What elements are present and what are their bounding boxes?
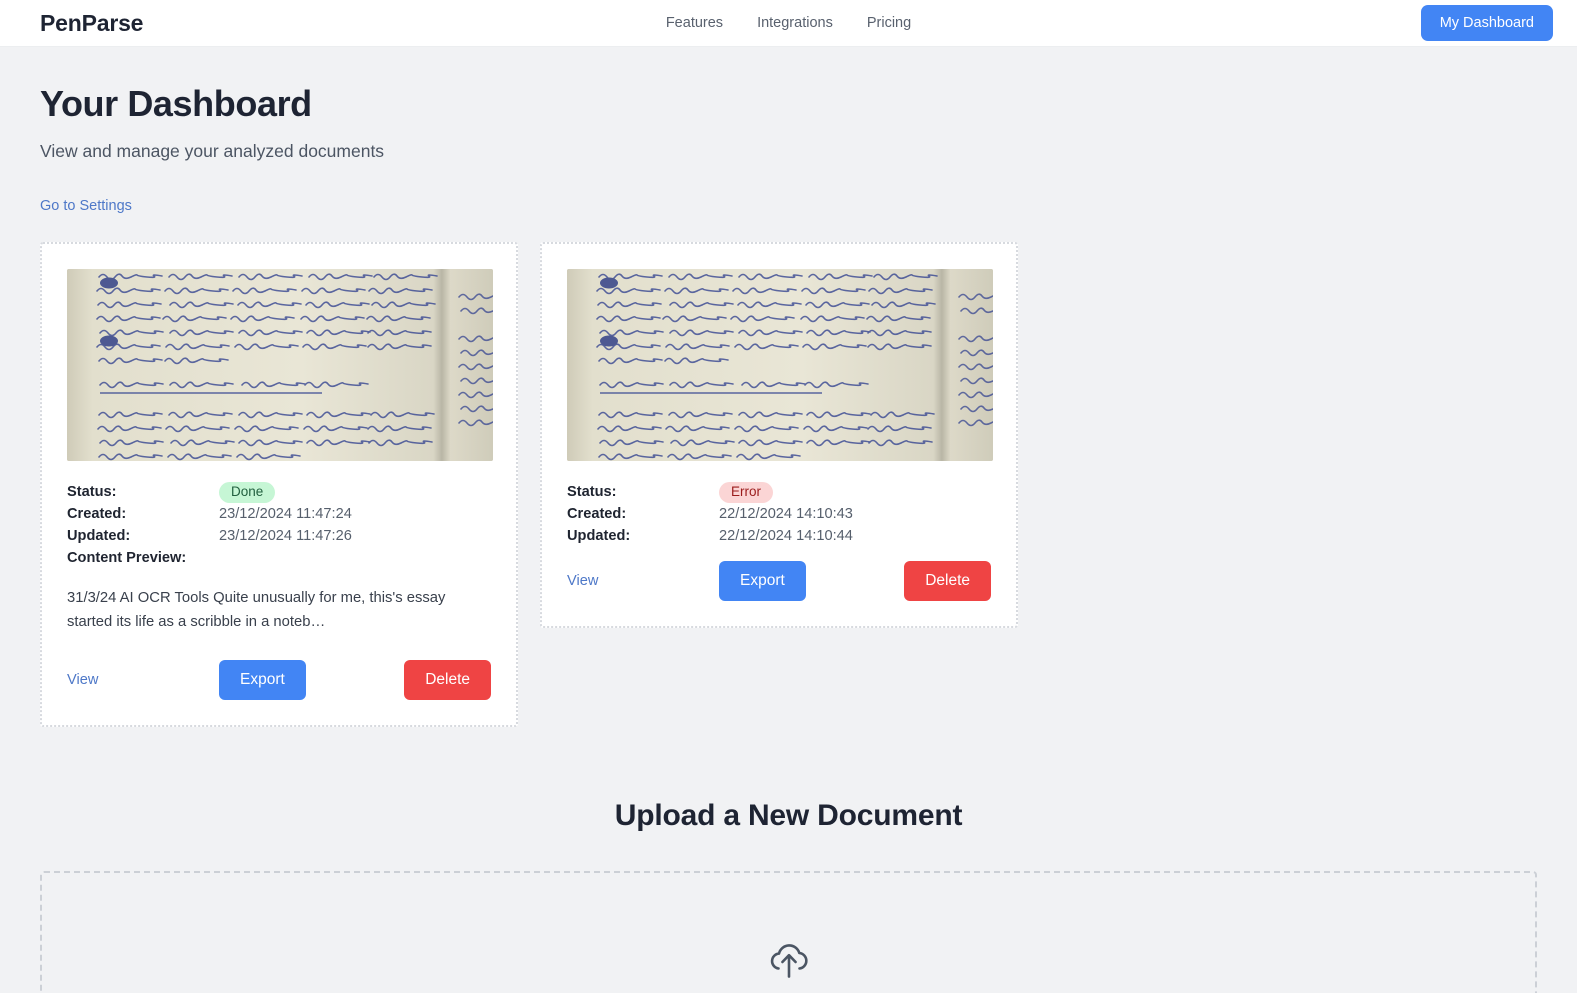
page-subtitle: View and manage your analyzed documents <box>40 141 385 161</box>
updated-row: Updated: 23/12/2024 11:47:26 <box>67 525 491 547</box>
notebook-page-image <box>67 269 493 461</box>
card-actions: View Export Delete <box>67 660 491 700</box>
created-value: 22/12/2024 14:10:43 <box>719 506 853 522</box>
delete-button[interactable]: Delete <box>404 660 491 700</box>
card-actions: View Export Delete <box>567 561 991 601</box>
created-row: Created: 22/12/2024 14:10:43 <box>567 503 991 525</box>
cloud-upload-icon <box>766 941 812 988</box>
content-preview-text: 31/3/24 AI OCR Tools Quite unusually for… <box>67 590 446 630</box>
file-dropzone[interactable]: Drag & drop your file here or click to s… <box>40 871 1537 993</box>
status-badge: Error <box>719 481 773 503</box>
page-title: Your Dashboard <box>40 83 312 124</box>
document-metadata: Status: Done Created: 23/12/2024 11:47:2… <box>67 481 491 569</box>
document-card[interactable]: Status: Error Created: 22/12/2024 14:10:… <box>540 242 1018 628</box>
go-to-settings-link[interactable]: Go to Settings <box>40 198 132 214</box>
document-thumbnail[interactable] <box>67 269 493 461</box>
created-label: Created: <box>567 506 627 522</box>
status-row: Status: Done <box>67 481 491 503</box>
top-navigation-bar: PenParse Features Integrations Pricing M… <box>0 0 1577 47</box>
created-row: Created: 23/12/2024 11:47:24 <box>67 503 491 525</box>
status-badge: Done <box>219 481 276 503</box>
updated-value: 23/12/2024 11:47:26 <box>219 528 352 544</box>
notebook-page-image <box>567 269 993 461</box>
documents-list: Status: Done Created: 23/12/2024 11:47:2… <box>40 242 1537 727</box>
primary-nav: Features Integrations Pricing <box>0 15 1577 31</box>
nav-link-features[interactable]: Features <box>666 15 723 31</box>
updated-label: Updated: <box>567 528 631 544</box>
document-metadata: Status: Error Created: 22/12/2024 14:10:… <box>567 481 991 547</box>
status-label: Status: <box>67 484 117 500</box>
view-link[interactable]: View <box>567 573 719 589</box>
upload-section-title: Upload a New Document <box>614 799 963 832</box>
export-button[interactable]: Export <box>719 561 806 601</box>
document-card[interactable]: Status: Done Created: 23/12/2024 11:47:2… <box>40 242 518 727</box>
document-thumbnail[interactable] <box>567 269 993 461</box>
view-link[interactable]: View <box>67 672 219 688</box>
my-dashboard-button[interactable]: My Dashboard <box>1420 5 1553 41</box>
brand-logo[interactable]: PenParse <box>40 10 143 37</box>
updated-value: 22/12/2024 14:10:44 <box>719 528 853 544</box>
status-row: Status: Error <box>567 481 991 503</box>
nav-link-pricing[interactable]: Pricing <box>867 15 911 31</box>
created-label: Created: <box>67 506 127 522</box>
created-value: 23/12/2024 11:47:24 <box>219 506 352 522</box>
export-button[interactable]: Export <box>219 660 306 700</box>
nav-link-integrations[interactable]: Integrations <box>757 15 833 31</box>
delete-button[interactable]: Delete <box>904 561 991 601</box>
updated-label: Updated: <box>67 528 131 544</box>
page-content: Your Dashboard View and manage your anal… <box>0 47 1577 993</box>
updated-row: Updated: 22/12/2024 14:10:44 <box>567 525 991 547</box>
content-preview-label: Content Preview: <box>67 550 187 566</box>
status-label: Status: <box>567 484 617 500</box>
